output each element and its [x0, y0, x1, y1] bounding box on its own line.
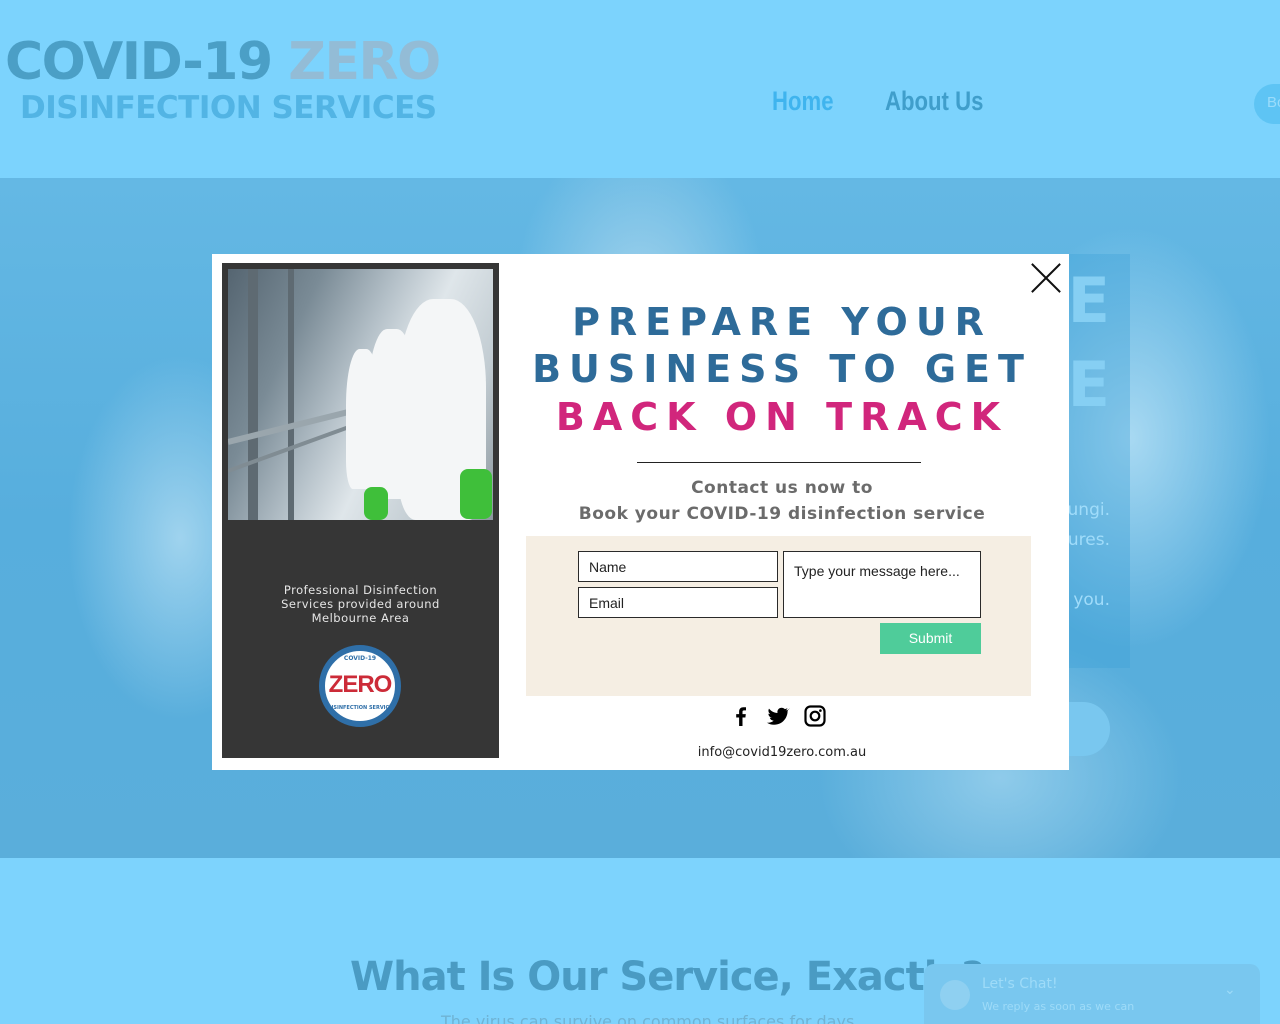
hero-text-2: ures. — [1067, 530, 1110, 550]
social-bar — [729, 704, 827, 728]
contact-line-1: Contact us now to — [691, 478, 873, 498]
hazmat-team-photo — [228, 269, 493, 520]
headline-line-1: PREPARE YOUR — [572, 300, 992, 344]
twitter-icon[interactable] — [766, 704, 790, 728]
logo-prefix: COVID-19 — [5, 32, 289, 92]
badge-zero-text: ZERO — [328, 671, 393, 698]
chat-title: Let's Chat! — [982, 976, 1058, 992]
submit-button[interactable]: Submit — [880, 623, 981, 654]
nav-home[interactable]: Home — [772, 86, 834, 117]
book-button[interactable]: Bo — [1254, 84, 1280, 124]
main-nav: Home About Us — [772, 86, 1005, 117]
headline-line-3: BACK ON TRACK — [555, 395, 1009, 439]
card-line-3: Melbourne Area — [311, 611, 410, 625]
photo-post — [248, 269, 258, 520]
nav-about[interactable]: About Us — [885, 86, 983, 117]
card-line-1: Professional Disinfection — [283, 583, 438, 597]
photo-sprayer — [460, 469, 492, 519]
site-logo[interactable]: COVID-19 ZERO — [5, 32, 441, 92]
divider — [637, 462, 921, 463]
promo-card: Professional Disinfection Services provi… — [222, 263, 499, 758]
photo-figure — [346, 349, 380, 489]
site-header: COVID-19 ZERO DISINFECTION SERVICES Home… — [0, 0, 1280, 178]
card-line-2: Services provided around — [281, 597, 440, 611]
chat-avatar — [940, 980, 970, 1010]
hero-text-1: ungi. — [1067, 500, 1110, 520]
email-link[interactable]: info@covid19zero.com.au — [502, 745, 1062, 760]
close-icon[interactable] — [1030, 262, 1062, 294]
section-title: What Is Our Service, Exactly? — [350, 954, 985, 1000]
logo-subtitle: DISINFECTION SERVICES — [20, 90, 437, 126]
message-field[interactable]: Type your message here... — [783, 551, 981, 618]
badge-bottom-text: DISINFECTION SERVICE — [327, 705, 393, 711]
badge-top-text: COVID-19 — [343, 655, 377, 662]
lightbox-modal: Professional Disinfection Services provi… — [212, 254, 1069, 770]
zero-logo-badge: COVID-19 ZERO DISINFECTION SERVICE — [319, 645, 401, 727]
name-field[interactable]: Name — [578, 551, 778, 582]
photo-post — [288, 269, 294, 520]
card-text: Professional Disinfection Services provi… — [222, 583, 499, 625]
instagram-icon[interactable] — [803, 704, 827, 728]
logo-suffix: ZERO — [288, 32, 441, 92]
email-field[interactable]: Email — [578, 587, 778, 618]
contact-form: Name Email Type your message here... Sub… — [526, 536, 1031, 696]
facebook-icon[interactable] — [729, 704, 753, 728]
section-text: The virus can survive on common surfaces… — [441, 1012, 855, 1024]
chevron-down-icon[interactable]: ⌄ — [1224, 982, 1236, 998]
contact-line-2: Book your COVID-19 disinfection service — [578, 504, 986, 524]
chat-widget[interactable]: Let's Chat! We reply as soon as we can ⌄ — [924, 964, 1260, 1024]
headline-line-2: BUSINESS TO GET — [532, 347, 1032, 391]
photo-sprayer — [364, 487, 388, 520]
chat-subtitle: We reply as soon as we can — [982, 1000, 1135, 1013]
